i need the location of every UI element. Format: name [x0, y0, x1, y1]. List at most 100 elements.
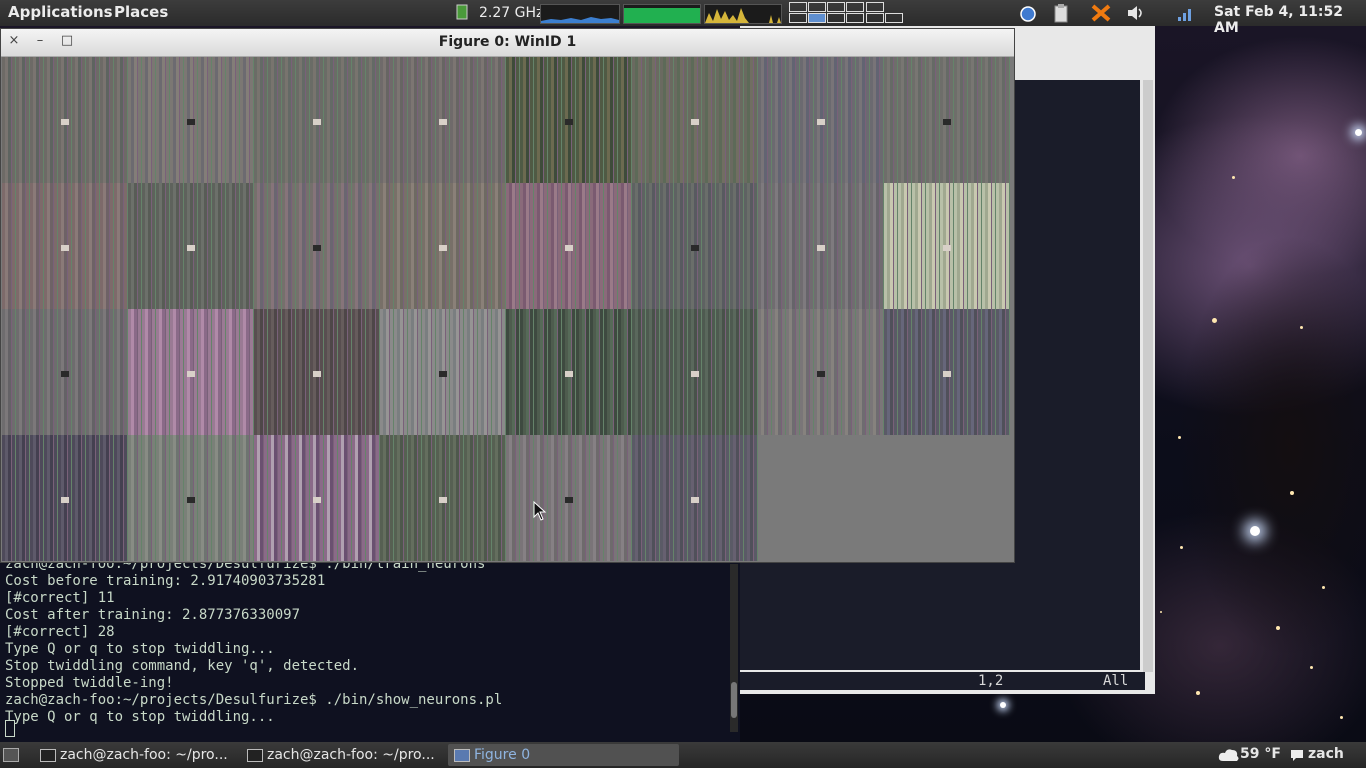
task-terminal-1[interactable]: zach@zach-foo: ~/pro...: [34, 744, 265, 766]
neuron-tile: [254, 57, 380, 183]
terminal-icon: [247, 749, 263, 762]
neuron-center-spot: [187, 497, 195, 503]
neuron-center-spot: [691, 245, 699, 251]
user-menu[interactable]: zach: [1308, 746, 1344, 762]
neuron-tile: [380, 435, 506, 561]
close-x-icon[interactable]: [1090, 3, 1111, 23]
neuron-tile: [128, 57, 254, 183]
neuron-center-spot: [565, 119, 573, 125]
neuron-tile: [506, 309, 632, 435]
neuron-center-spot: [817, 371, 825, 377]
neuron-tile: [254, 309, 380, 435]
bottom-taskbar: zach@zach-foo: ~/pro... zach@zach-foo: ~…: [0, 742, 1366, 768]
neuron-tile: [2, 309, 128, 435]
vim-status-line: 1,2 All: [740, 672, 1145, 690]
clipboard-icon[interactable]: [1051, 3, 1071, 23]
neuron-tile: [884, 183, 1010, 309]
show-desktop-icon[interactable]: [3, 748, 19, 762]
mouse-pointer-icon: [533, 501, 547, 521]
screenshot-icon[interactable]: [1018, 3, 1038, 23]
neuron-center-spot: [439, 119, 447, 125]
neuron-center-spot: [565, 371, 573, 377]
cpu-chip-icon[interactable]: [452, 3, 472, 23]
load-graph-icon[interactable]: [704, 4, 782, 24]
neuron-center-spot: [187, 119, 195, 125]
neuron-center-spot: [313, 371, 321, 377]
neuron-center-spot: [313, 119, 321, 125]
neuron-center-spot: [187, 245, 195, 251]
terminal-line: Stopped twiddle-ing!: [5, 675, 174, 691]
task-label: zach@zach-foo: ~/pro...: [267, 747, 435, 763]
neuron-tile: [380, 183, 506, 309]
figure-window[interactable]: × – □ Figure 0: WinID 1: [0, 28, 1015, 563]
neuron-center-spot: [691, 119, 699, 125]
terminal-line: Stop twiddling command, key 'q', detecte…: [5, 658, 360, 674]
neuron-tile: [128, 309, 254, 435]
chat-bubble-icon: [1291, 750, 1303, 761]
applications-menu[interactable]: Applications: [8, 3, 113, 21]
neuron-center-spot: [313, 245, 321, 251]
neuron-center-spot: [817, 245, 825, 251]
terminal-scrollbar[interactable]: [730, 564, 738, 732]
neuron-center-spot: [943, 245, 951, 251]
neuron-center-spot: [691, 371, 699, 377]
neuron-tile: [380, 57, 506, 183]
neuron-center-spot: [61, 371, 69, 377]
neuron-center-spot: [565, 245, 573, 251]
cpu-frequency[interactable]: 2.27 GHz: [479, 5, 543, 21]
neuron-tile: [506, 183, 632, 309]
neuron-tile: [506, 435, 632, 561]
clock[interactable]: Sat Feb 4, 11:52 AM: [1214, 4, 1366, 36]
neuron-center-spot: [691, 497, 699, 503]
neuron-tile: [2, 57, 128, 183]
terminal-line: Cost after training: 2.877376330097: [5, 607, 301, 623]
neuron-tile: [632, 435, 758, 561]
terminal-window[interactable]: zach@zach-foo:~/projects/Desulfurize$ ./…: [0, 556, 740, 742]
terminal-line: [#correct] 28: [5, 624, 115, 640]
top-panel: Applications Places 2.27 GHz Sat Feb 4, …: [0, 0, 1366, 36]
neuron-tile: [758, 309, 884, 435]
neuron-tile: [884, 57, 1010, 183]
neuron-center-spot: [61, 245, 69, 251]
neuron-tile: [758, 183, 884, 309]
neuron-center-spot: [439, 497, 447, 503]
terminal-line: Type Q or q to stop twiddling...: [5, 641, 275, 657]
terminal-cursor: [5, 720, 15, 737]
memory-graph-icon[interactable]: [623, 4, 701, 24]
neuron-center-spot: [565, 497, 573, 503]
task-label: zach@zach-foo: ~/pro...: [60, 747, 228, 763]
task-terminal-2[interactable]: zach@zach-foo: ~/pro...: [241, 744, 472, 766]
neuron-center-spot: [61, 497, 69, 503]
task-figure-0[interactable]: Figure 0: [448, 744, 679, 766]
weather-readout[interactable]: 59 °F: [1240, 746, 1281, 762]
neuron-tile: [380, 309, 506, 435]
vim-scroll-indicator: All: [1103, 673, 1129, 689]
network-graph-icon[interactable]: [540, 4, 620, 24]
terminal-line: Type Q or q to stop twiddling...: [5, 709, 275, 725]
neuron-center-spot: [61, 119, 69, 125]
vim-scrollbar[interactable]: [1143, 80, 1153, 672]
neuron-image-grid: [2, 57, 1014, 562]
task-label: Figure 0: [474, 747, 531, 763]
neuron-center-spot: [817, 119, 825, 125]
neuron-tile: [632, 57, 758, 183]
window-icon: [454, 749, 470, 762]
neuron-center-spot: [313, 497, 321, 503]
volume-icon[interactable]: [1126, 3, 1146, 23]
neuron-tile: [632, 183, 758, 309]
cloud-icon: [1218, 749, 1239, 761]
places-menu[interactable]: Places: [114, 3, 168, 21]
terminal-line: [#correct] 11: [5, 590, 115, 606]
vim-cursor-position: 1,2: [978, 673, 1004, 689]
signal-icon[interactable]: [1176, 3, 1196, 23]
neuron-center-spot: [943, 119, 951, 125]
terminal-output: zach@zach-foo:~/projects/Desulfurize$ ./…: [5, 556, 502, 726]
neuron-tile: [2, 435, 128, 561]
neuron-center-spot: [439, 371, 447, 377]
neuron-tile: [128, 435, 254, 561]
terminal-scroll-thumb[interactable]: [731, 682, 737, 718]
terminal-line: Cost before training: 2.91740903735281: [5, 573, 326, 589]
figure-titlebar[interactable]: × – □ Figure 0: WinID 1: [1, 29, 1014, 57]
neuron-tile: [128, 183, 254, 309]
neuron-center-spot: [439, 245, 447, 251]
